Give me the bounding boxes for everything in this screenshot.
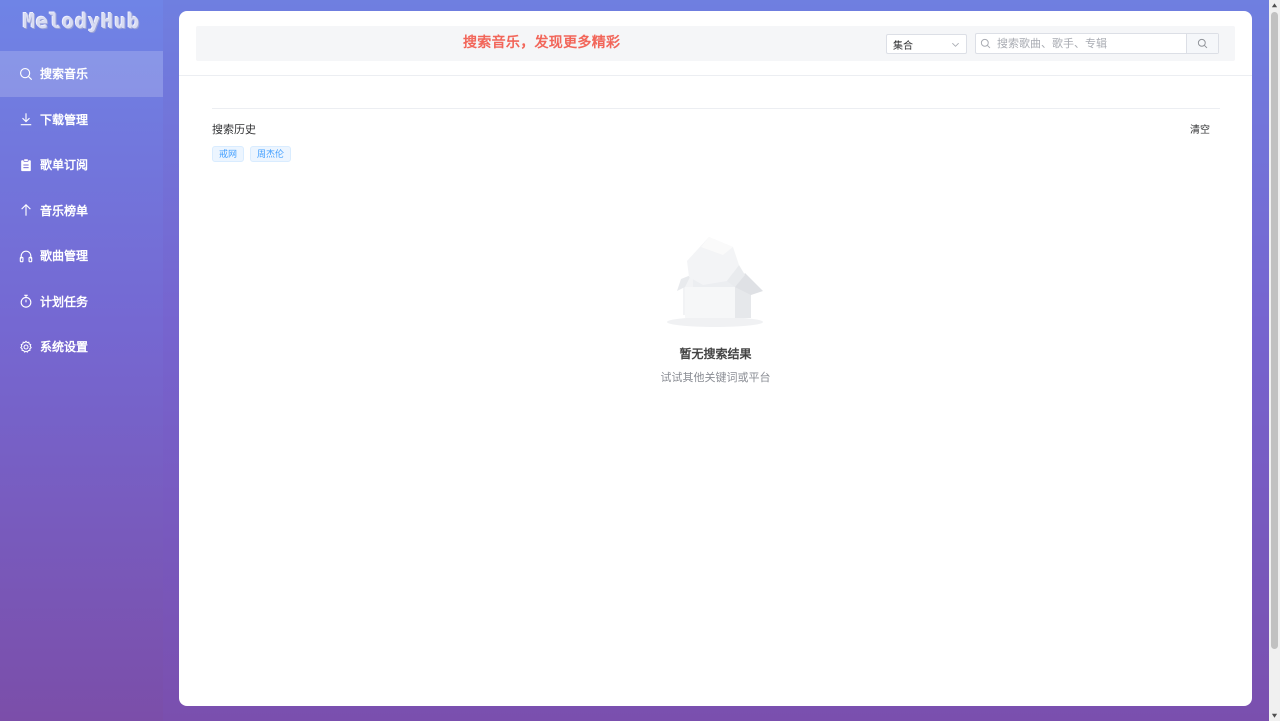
app-logo: MelodyHub: [22, 9, 141, 33]
history-tag[interactable]: 周杰伦: [250, 146, 292, 162]
search-icon: [20, 67, 33, 80]
search-input-icon: [976, 34, 994, 53]
empty-state-subtitle: 试试其他关键词或平台: [660, 371, 771, 384]
sidebar-item-system-settings[interactable]: 系统设置: [0, 324, 163, 370]
sidebar-item-label: 计划任务: [40, 294, 89, 309]
sidebar-item-search-music[interactable]: 搜索音乐: [0, 51, 163, 97]
search-box: [975, 33, 1219, 54]
search-icon: [1197, 38, 1208, 49]
empty-box-illustration: [667, 237, 763, 327]
history-tag[interactable]: 戒网: [212, 146, 245, 162]
source-select[interactable]: 集合: [886, 34, 967, 54]
sidebar-item-label: 音乐榜单: [40, 203, 89, 218]
page-scrollbar[interactable]: [1269, 0, 1280, 721]
sidebar-item-label: 歌单订阅: [40, 158, 89, 173]
sidebar: MelodyHub 搜索音乐 下载管理 歌单订阅 音乐榜单 歌曲管理 计划任务 …: [0, 0, 163, 721]
chevron-down-icon: [952, 42, 959, 47]
download-icon: [20, 113, 32, 126]
sidebar-item-label: 系统设置: [40, 340, 89, 355]
clipboard-icon: [21, 158, 31, 171]
history-divider: [212, 108, 1220, 109]
search-history-tags: 戒网 周杰伦: [212, 146, 292, 162]
timer-icon: [20, 294, 32, 308]
page-headline: 搜索音乐，发现更多精彩: [463, 35, 621, 51]
source-select-value: 集合: [893, 40, 913, 52]
sidebar-item-downloads[interactable]: 下载管理: [0, 97, 163, 143]
gear-icon: [20, 340, 32, 353]
headphones-icon: [19, 250, 33, 263]
arrow-up-icon: [21, 204, 31, 216]
scrollbar-thumb[interactable]: [1271, 12, 1278, 649]
sidebar-item-label: 搜索音乐: [40, 67, 89, 82]
search-button[interactable]: [1186, 34, 1218, 53]
sidebar-item-label: 歌曲管理: [40, 249, 89, 264]
sidebar-item-music-charts[interactable]: 音乐榜单: [0, 188, 163, 234]
empty-state-title: 暂无搜索结果: [679, 347, 752, 361]
sidebar-item-playlist-subscriptions[interactable]: 歌单订阅: [0, 142, 163, 188]
scroll-up-arrow-icon[interactable]: [1271, 2, 1278, 9]
sidebar-item-label: 下载管理: [40, 112, 89, 127]
sidebar-nav: 搜索音乐 下载管理 歌单订阅 音乐榜单 歌曲管理 计划任务 系统设置: [0, 51, 163, 370]
search-header: 搜索音乐，发现更多精彩 集合: [196, 26, 1235, 61]
sidebar-item-scheduled-tasks[interactable]: 计划任务: [0, 279, 163, 325]
clear-history-button[interactable]: 清空: [1190, 121, 1210, 136]
search-input[interactable]: [994, 34, 1184, 53]
scroll-down-arrow-icon[interactable]: [1271, 712, 1278, 719]
search-history-title: 搜索历史: [212, 123, 256, 136]
main-panel: 搜索音乐，发现更多精彩 集合 搜索历史 清空 戒网 周杰伦: [179, 11, 1252, 706]
sidebar-item-song-management[interactable]: 歌曲管理: [0, 233, 163, 279]
header-divider: [179, 75, 1252, 76]
